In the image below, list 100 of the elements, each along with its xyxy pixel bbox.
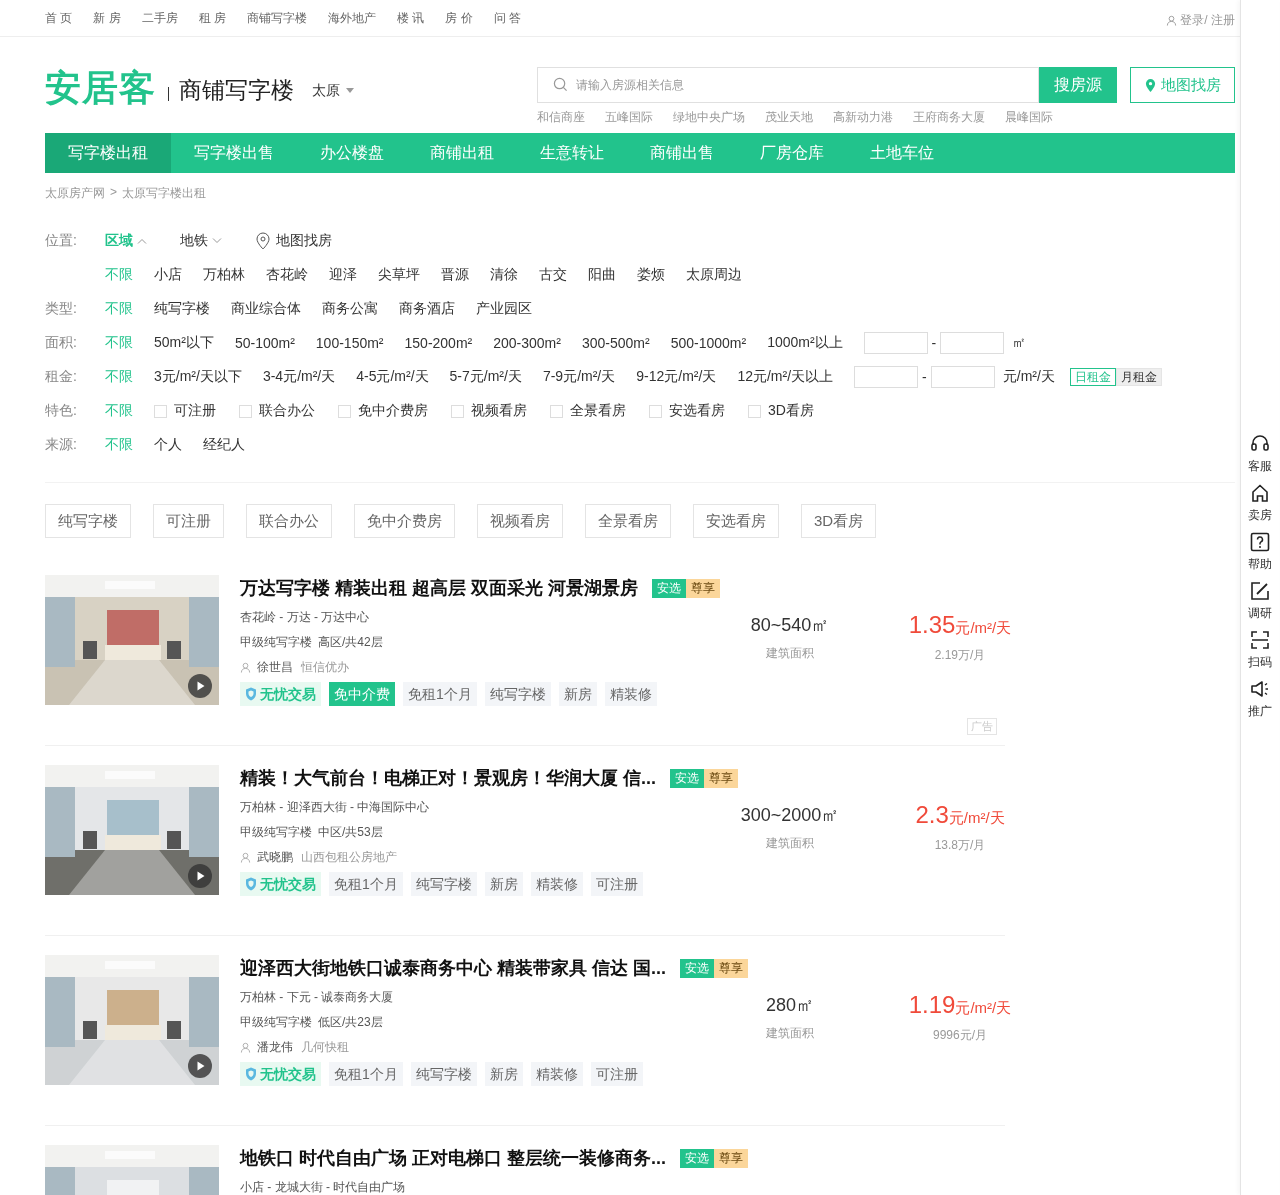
top-nav-link[interactable]: 问 答 <box>493 9 522 27</box>
filter-option[interactable]: 纯写字楼 <box>154 300 210 318</box>
top-nav-link[interactable]: 首 页 <box>45 9 73 27</box>
listing-title[interactable]: 迎泽西大街地铁口诚泰商务中心 精装带家具 信达 国... <box>240 956 666 980</box>
quick-filter-button[interactable]: 联合办公 <box>246 504 332 538</box>
top-nav-link[interactable]: 房 价 <box>445 9 473 27</box>
feature-checkbox[interactable]: 3D看房 <box>748 402 814 420</box>
shield-icon <box>245 877 257 891</box>
monthly-rent: 9996元/月 <box>932 1027 988 1044</box>
range-dash: - <box>931 335 937 351</box>
filter-option[interactable]: 万柏林 <box>203 266 245 284</box>
side-tool-button[interactable]: 卖房 <box>1248 483 1272 524</box>
listing-tag: 纯写字楼 <box>484 682 551 706</box>
feature-checkbox[interactable]: 可注册 <box>154 402 216 420</box>
range-max-field[interactable] <box>930 366 995 388</box>
location-tab[interactable]: 地铁 <box>180 232 222 250</box>
filter-option[interactable]: 杏花岭 <box>266 266 308 284</box>
filter-option[interactable]: 太原周边 <box>686 266 742 284</box>
listing-badge: 安选 <box>670 768 704 788</box>
feature-checkbox[interactable]: 免中介费房 <box>338 402 428 420</box>
filter-option[interactable]: 娄烦 <box>637 266 665 284</box>
filter-option[interactable]: 300-500m² <box>581 335 650 351</box>
search-field[interactable]: 请输入房源相关信息 <box>537 67 1039 103</box>
city-selector[interactable]: 太原 <box>312 67 354 113</box>
filter-option[interactable]: 尖草坪 <box>378 266 420 284</box>
range-unit: ㎡ <box>1012 334 1027 352</box>
listing-title[interactable]: 精装！大气前台！电梯正对！景观房！华润大厦 信... <box>240 766 656 790</box>
quick-filter-button[interactable]: 可注册 <box>153 504 224 538</box>
play-icon[interactable] <box>188 864 212 888</box>
side-tool-button[interactable]: 推广 <box>1248 679 1272 720</box>
feature-checkbox[interactable]: 全景看房 <box>550 402 626 420</box>
top-nav-link[interactable]: 海外地产 <box>328 9 377 27</box>
listing-tag: 可注册 <box>590 1062 643 1086</box>
side-tool-button[interactable]: 调研 <box>1248 581 1272 622</box>
filter-option[interactable]: 商务公寓 <box>322 300 378 318</box>
side-tool-button[interactable]: 扫码 <box>1248 630 1272 671</box>
floor-info: 低区/共23层 <box>318 1013 383 1031</box>
play-icon[interactable] <box>188 674 212 698</box>
filter-option[interactable]: 150-200m² <box>404 335 473 351</box>
filter-option[interactable]: 200-300m² <box>493 335 561 351</box>
listing-tag: 精装修 <box>530 1062 583 1086</box>
listing-title[interactable]: 万达写字楼 精装出租 超高层 双面采光 河景湖景房 <box>240 576 638 600</box>
rent-period-toggle[interactable]: 月租金 <box>1115 368 1162 386</box>
filter-option[interactable]: 3-4元/m²/天 <box>262 368 336 386</box>
filter-option[interactable]: 50-100m² <box>234 335 295 351</box>
filter-option[interactable]: 50m²以下 <box>154 334 214 352</box>
filter-option[interactable]: 经纪人 <box>203 436 245 454</box>
range-min-field[interactable] <box>863 332 928 354</box>
map-search-link[interactable]: 地图找房 <box>255 232 332 250</box>
feature-checkbox[interactable]: 安选看房 <box>649 402 725 420</box>
filter-option[interactable]: 商业综合体 <box>231 300 301 318</box>
quick-filter-button[interactable]: 3D看房 <box>801 504 877 538</box>
filter-option[interactable]: 500-1000m² <box>670 335 747 351</box>
monthly-rent: 2.19万/月 <box>933 647 987 664</box>
side-tool-button[interactable]: 客服 <box>1248 434 1272 475</box>
quick-filter-button[interactable]: 免中介费房 <box>354 504 455 538</box>
top-nav-link[interactable]: 二手房 <box>141 9 178 27</box>
filter-option[interactable]: 100-150m² <box>315 335 384 351</box>
range-min-field[interactable] <box>854 366 919 388</box>
feature-checkbox[interactable]: 联合办公 <box>239 402 315 420</box>
listing-badge: 尊享 <box>686 578 720 598</box>
listing-location: 万柏林 - 迎泽西大街 - 中海国际中心 <box>240 798 431 816</box>
play-icon[interactable] <box>188 1054 212 1078</box>
listing-tag: 可注册 <box>590 872 643 896</box>
filter-option[interactable]: 1000m²以上 <box>767 334 843 352</box>
filter-option[interactable]: 4-5元/m²/天 <box>356 368 429 386</box>
unit-price: 1.35元/m²/天 <box>907 611 1013 639</box>
top-nav-link[interactable]: 新 房 <box>93 9 121 27</box>
location-pin-icon <box>1144 78 1156 92</box>
filter-option[interactable]: 产业园区 <box>476 300 532 318</box>
filter-option[interactable]: 阳曲 <box>588 266 616 284</box>
floor-area: 300~2000㎡ <box>700 803 880 827</box>
filter-option[interactable]: 12元/m²/天以上 <box>737 368 834 386</box>
filter-label: 类型: <box>45 300 78 318</box>
quick-filter-button[interactable]: 安选看房 <box>693 504 779 538</box>
user-icon <box>240 661 251 673</box>
filter-option[interactable]: 小店 <box>154 266 182 284</box>
listing-badge: 尊享 <box>704 768 738 788</box>
feature-checkbox[interactable]: 视频看房 <box>451 402 527 420</box>
filter-option[interactable]: 商务酒店 <box>399 300 455 318</box>
side-tool-button[interactable]: 帮助 <box>1248 532 1272 573</box>
filter-option[interactable]: 个人 <box>154 436 182 454</box>
filter-option[interactable]: 清徐 <box>490 266 518 284</box>
floor-area: 280㎡ <box>700 993 880 1017</box>
quick-filter-button[interactable]: 视频看房 <box>477 504 563 538</box>
filter-option[interactable]: 7-9元/m²/天 <box>542 368 616 386</box>
filter-option[interactable]: 9-12元/m²/天 <box>636 368 717 386</box>
top-nav-link[interactable]: 商铺写字楼 <box>247 9 308 27</box>
top-nav-link[interactable]: 楼 讯 <box>397 9 425 27</box>
filter-option[interactable]: 迎泽 <box>329 266 357 284</box>
top-nav-link[interactable]: 租 房 <box>198 9 227 27</box>
filter-option[interactable]: 5-7元/m²/天 <box>449 368 522 386</box>
filter-option[interactable]: 古交 <box>539 266 567 284</box>
unit-price: 2.3元/m²/天 <box>914 801 1006 829</box>
filter-option[interactable]: 3元/m²/天以下 <box>154 368 242 386</box>
filter-option[interactable]: 晋源 <box>441 266 469 284</box>
quick-filter-button[interactable]: 全景看房 <box>585 504 671 538</box>
quick-filter-button[interactable]: 纯写字楼 <box>45 504 131 538</box>
listing-title[interactable]: 地铁口 时代自由广场 正对电梯口 整层统一装修商务... <box>240 1146 666 1170</box>
range-max-field[interactable] <box>940 332 1005 354</box>
